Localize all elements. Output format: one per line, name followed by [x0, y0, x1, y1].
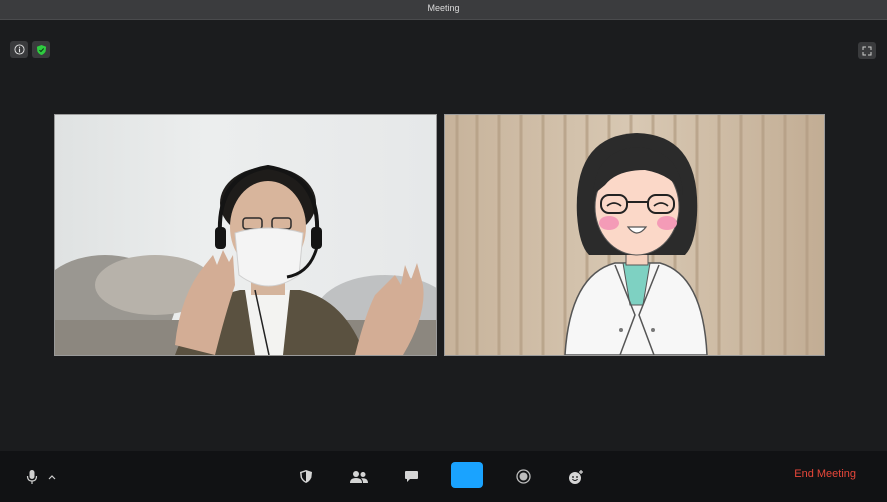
participants-icon — [350, 470, 368, 483]
participant-video-left[interactable] — [54, 114, 437, 356]
record-button[interactable] — [512, 463, 534, 490]
cartoon-doctor-avatar — [445, 115, 824, 355]
end-meeting-button[interactable]: End Meeting — [794, 468, 856, 480]
participant-video-right[interactable] — [444, 114, 825, 356]
record-icon — [515, 469, 531, 484]
meeting-toolbar: End Meeting — [0, 451, 887, 502]
mute-button[interactable] — [22, 463, 42, 490]
masked-man-video — [55, 164, 436, 355]
security-button[interactable] — [294, 463, 318, 490]
window-title: Meeting — [427, 3, 460, 13]
mic-icon — [26, 469, 38, 484]
info-icon — [13, 44, 25, 55]
title-bar: Meeting — [0, 0, 887, 20]
chevron-up-icon — [48, 474, 56, 479]
encryption-button[interactable] — [32, 41, 50, 58]
chat-icon — [404, 470, 418, 482]
audio-options-button[interactable] — [45, 463, 59, 490]
reactions-button[interactable] — [565, 463, 587, 490]
reactions-icon — [569, 469, 583, 484]
meeting-info-button[interactable] — [10, 41, 28, 58]
top-left-controls — [10, 41, 50, 58]
participants-button[interactable] — [345, 463, 373, 490]
shield-icon — [36, 44, 46, 55]
fullscreen-button[interactable] — [858, 42, 876, 59]
share-screen-icon — [467, 475, 468, 476]
share-screen-button[interactable] — [451, 462, 483, 488]
fullscreen-icon — [862, 46, 872, 55]
chat-button[interactable] — [400, 463, 422, 490]
security-icon — [300, 470, 312, 483]
